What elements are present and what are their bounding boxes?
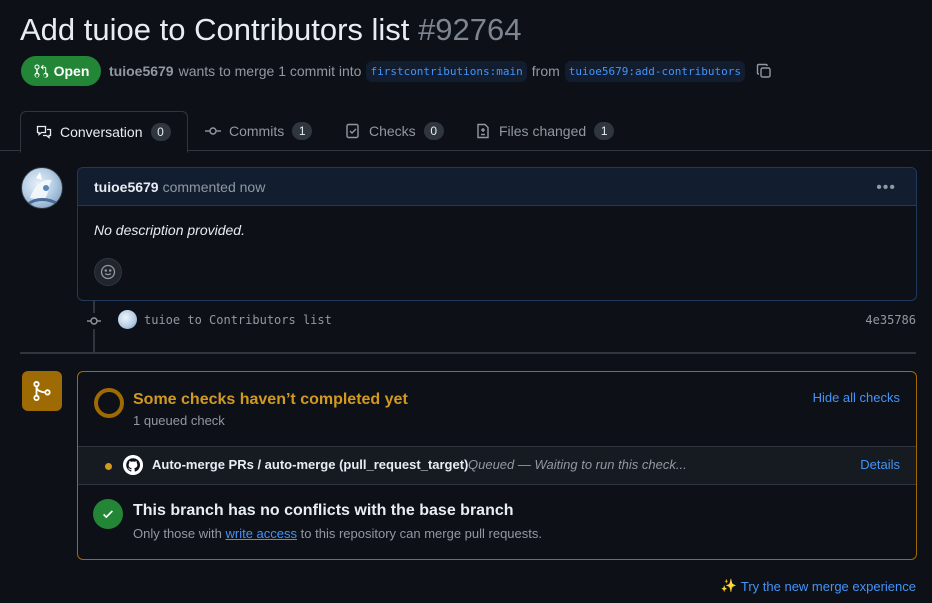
head-branch[interactable]: tuioe5679:add-contributors	[564, 60, 745, 82]
pr-author-link[interactable]: tuioe5679	[109, 63, 174, 79]
comment-header: tuioe5679 commented now	[78, 168, 916, 206]
github-icon	[123, 455, 143, 475]
merge-box: Some checks haven’t completed yet 1 queu…	[77, 371, 917, 560]
add-reaction-button[interactable]	[94, 258, 122, 286]
checks-subtitle: 1 queued check	[133, 413, 225, 428]
try-new-merge-link[interactable]: ✨ Try the new merge experience	[721, 578, 916, 594]
pending-status-icon	[94, 388, 124, 418]
pr-title-text: Add tuioe to Contributors list	[20, 12, 410, 47]
sparkles-icon: ✨	[720, 578, 737, 593]
merge-status-icon	[22, 371, 62, 411]
comment-body: No description provided.	[94, 222, 245, 238]
tab-label: Files changed	[499, 123, 587, 139]
file-diff-icon	[477, 123, 489, 139]
check-row: Auto-merge PRs / auto-merge (pull_reques…	[78, 446, 916, 485]
queued-dot-icon	[105, 463, 112, 470]
tab-conversation[interactable]: Conversation 0	[20, 111, 188, 153]
hide-all-checks-link[interactable]: Hide all checks	[813, 390, 900, 405]
conversation-icon	[36, 125, 52, 139]
pr-number: #92764	[418, 12, 522, 47]
check-details-link[interactable]: Details	[860, 457, 900, 472]
pr-comment: tuioe5679 commented now ••• No descripti…	[77, 167, 917, 301]
check-status: Queued — Waiting to run this check...	[468, 457, 687, 472]
pr-meta-text: wants to merge 1 commit into	[178, 63, 362, 79]
smiley-icon	[100, 264, 116, 280]
tab-counter: 0	[150, 123, 171, 141]
commit-author-avatar[interactable]	[118, 310, 137, 329]
pr-meta: tuioe5679 wants to merge 1 commit into f…	[109, 56, 772, 86]
git-merge-icon	[33, 381, 51, 401]
tab-counter: 0	[423, 122, 444, 140]
no-conflicts-icon	[93, 499, 123, 529]
pr-state-badge: Open	[21, 56, 101, 86]
write-access-link[interactable]: write access	[226, 526, 298, 541]
checks-icon	[346, 123, 359, 139]
pull-request-icon	[34, 64, 48, 78]
kebab-menu-icon[interactable]: •••	[876, 179, 896, 197]
base-branch[interactable]: firstcontributions:main	[366, 60, 527, 82]
commit-icon	[205, 127, 221, 135]
merge-permission-suffix: to this repository can merge pull reques…	[300, 526, 542, 541]
check-name-link[interactable]: Auto-merge PRs / auto-merge (pull_reques…	[152, 457, 468, 472]
no-conflicts-title: This branch has no conflicts with the ba…	[133, 502, 514, 519]
tab-counter: 1	[292, 122, 313, 140]
tab-label: Commits	[229, 123, 285, 139]
try-new-merge-label: Try the new merge experience	[740, 578, 916, 594]
check-icon	[103, 510, 113, 519]
tab-files-changed[interactable]: Files changed 1	[475, 111, 615, 151]
checks-title: Some checks haven’t completed yet	[133, 391, 408, 408]
pr-from-text: from	[531, 63, 560, 79]
pr-title: Add tuioe to Contributors list #92764	[20, 10, 522, 50]
pr-state-label: Open	[53, 63, 90, 79]
comment-action: commented now	[162, 178, 266, 195]
tab-label: Checks	[369, 123, 416, 139]
copy-icon[interactable]	[756, 63, 772, 79]
merge-permission-prefix: Only those with	[133, 526, 222, 541]
commit-sha[interactable]: 4e35786	[865, 313, 916, 327]
merge-permission-text: Only those with write access to this rep…	[133, 526, 542, 541]
commit-icon	[86, 313, 102, 329]
tab-label: Conversation	[60, 124, 143, 140]
avatar-image-icon	[27, 172, 59, 206]
tab-commits[interactable]: Commits 1	[205, 111, 313, 151]
comment-author[interactable]: tuioe5679	[94, 179, 159, 195]
tab-counter: 1	[594, 122, 615, 140]
tab-checks[interactable]: Checks 0	[345, 111, 444, 151]
author-avatar[interactable]	[21, 167, 63, 209]
commit-message[interactable]: tuioe to Contributors list	[144, 313, 332, 327]
timeline-divider	[20, 352, 916, 354]
